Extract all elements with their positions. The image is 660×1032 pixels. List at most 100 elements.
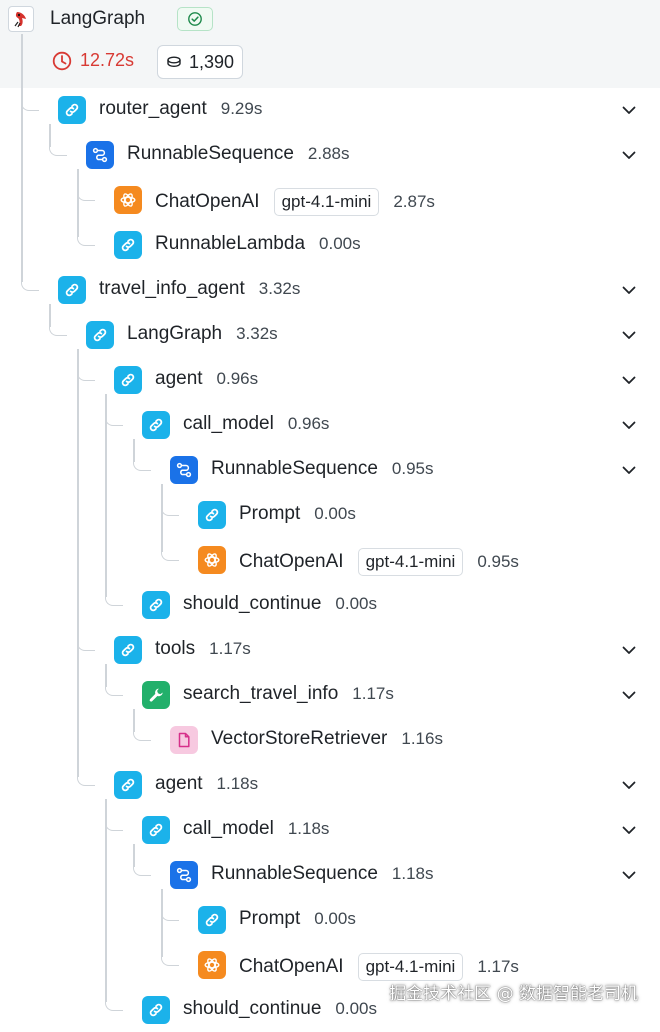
run-label: Prompt 0.00s — [239, 503, 356, 525]
link-icon — [142, 816, 170, 844]
trace-row-runnablesequence[interactable]: RunnableSequence 2.88s — [0, 132, 660, 177]
model-tag: gpt-4.1-mini — [357, 548, 464, 576]
run-label: agent 1.18s — [155, 773, 258, 795]
link-icon — [142, 591, 170, 619]
document-icon — [170, 726, 198, 754]
run-duration: 3.32s — [258, 279, 301, 298]
run-name: LangGraph — [127, 323, 223, 344]
run-name: VectorStoreRetriever — [211, 728, 388, 749]
langgraph-logo-icon[interactable] — [8, 6, 34, 32]
run-label: VectorStoreRetriever 1.16s — [211, 728, 443, 750]
check-circle-icon — [188, 12, 202, 26]
run-label: RunnableSequence 0.95s — [211, 458, 434, 480]
run-name: travel_info_agent — [99, 278, 245, 299]
run-label: LangGraph 3.32s — [127, 323, 278, 345]
openai-icon — [198, 951, 226, 979]
chevron-down-icon[interactable] — [620, 686, 638, 704]
trace-row-travel-info-agent[interactable]: travel_info_agent 3.32s — [0, 267, 660, 312]
run-duration: 1.17s — [477, 957, 519, 976]
run-duration: 1.18s — [216, 774, 259, 793]
trace-row-call-model[interactable]: call_model 0.96s — [0, 402, 660, 447]
run-label: ChatOpenAI gpt-4.1-mini 1.17s — [239, 953, 519, 981]
model-tag: gpt-4.1-mini — [357, 953, 464, 981]
run-label: RunnableSequence 2.88s — [127, 143, 350, 165]
run-name: should_continue — [183, 593, 322, 614]
chevron-down-icon[interactable] — [620, 776, 638, 794]
trace-row-runnablesequence[interactable]: RunnableSequence 1.18s — [0, 852, 660, 897]
run-name: should_continue — [183, 998, 322, 1019]
run-duration: 0.00s — [314, 909, 356, 928]
run-label: Prompt 0.00s — [239, 908, 356, 930]
link-icon — [114, 366, 142, 394]
token-count-value: 1,390 — [189, 51, 235, 72]
run-duration: 0.00s — [319, 234, 361, 253]
run-name: ChatOpenAI — [239, 551, 344, 572]
run-label: ChatOpenAI gpt-4.1-mini 2.87s — [155, 188, 435, 216]
trace-row-prompt[interactable]: Prompt 0.00s — [0, 492, 660, 537]
run-name: RunnableLambda — [155, 233, 306, 254]
trace-row-search-travel-info[interactable]: search_travel_info 1.17s — [0, 672, 660, 717]
root-run-title[interactable]: LangGraph — [50, 8, 145, 30]
trace-row-langgraph[interactable]: LangGraph 3.32s — [0, 312, 660, 357]
wrench-icon — [142, 681, 170, 709]
chevron-down-icon[interactable] — [620, 461, 638, 479]
latency-badge: 12.72s — [52, 50, 134, 71]
run-duration: 0.00s — [335, 594, 377, 613]
run-name: search_travel_info — [183, 683, 339, 704]
trace-row-should-continue[interactable]: should_continue 0.00s — [0, 582, 660, 627]
sequence-icon — [86, 141, 114, 169]
watermark: 掘金技术社区 @ 数据智能老司机 — [389, 984, 638, 1004]
trace-row-agent[interactable]: agent 1.18s — [0, 762, 660, 807]
run-label: ChatOpenAI gpt-4.1-mini 0.95s — [239, 548, 519, 576]
link-icon — [86, 321, 114, 349]
trace-row-runnablesequence[interactable]: RunnableSequence 0.95s — [0, 447, 660, 492]
chevron-down-icon[interactable] — [620, 101, 638, 119]
chevron-down-icon[interactable] — [620, 866, 638, 884]
run-name: agent — [155, 368, 203, 389]
clock-icon — [52, 51, 72, 70]
run-duration: 9.29s — [220, 99, 263, 118]
trace-tree: LangGraph 12.72s 1,390 router_agent 9.29s… — [0, 0, 660, 1024]
run-duration: 0.96s — [216, 369, 259, 388]
trace-row-chatopenai[interactable]: ChatOpenAI gpt-4.1-mini 0.95s — [0, 537, 660, 582]
run-duration: 0.95s — [391, 459, 434, 478]
trace-row-agent[interactable]: agent 0.96s — [0, 357, 660, 402]
link-icon — [142, 411, 170, 439]
run-duration: 1.18s — [287, 819, 330, 838]
trace-row-prompt[interactable]: Prompt 0.00s — [0, 897, 660, 942]
run-label: RunnableSequence 1.18s — [211, 863, 434, 885]
run-label: tools 1.17s — [155, 638, 251, 660]
latency-value: 12.72s — [80, 50, 135, 70]
token-count-badge: 1,390 — [157, 45, 244, 79]
run-label: RunnableLambda 0.00s — [155, 233, 361, 255]
chevron-down-icon[interactable] — [620, 371, 638, 389]
run-duration: 2.88s — [307, 144, 350, 163]
run-name: ChatOpenAI — [155, 191, 260, 212]
link-icon — [58, 96, 86, 124]
run-duration: 3.32s — [236, 324, 278, 343]
link-icon — [142, 996, 170, 1024]
trace-row-vectorstoreretriever[interactable]: VectorStoreRetriever 1.16s — [0, 717, 660, 762]
openai-icon — [198, 546, 226, 574]
trace-row-chatopenai[interactable]: ChatOpenAI gpt-4.1-mini 2.87s — [0, 177, 660, 222]
chevron-down-icon[interactable] — [620, 641, 638, 659]
run-duration: 1.17s — [209, 639, 251, 658]
chevron-down-icon[interactable] — [620, 281, 638, 299]
chevron-down-icon[interactable] — [620, 146, 638, 164]
run-label: should_continue 0.00s — [183, 998, 377, 1020]
run-duration: 2.87s — [393, 192, 435, 211]
run-name: RunnableSequence — [211, 863, 378, 884]
run-duration: 0.95s — [477, 552, 519, 571]
chevron-down-icon[interactable] — [620, 416, 638, 434]
trace-row-call-model[interactable]: call_model 1.18s — [0, 807, 660, 852]
coins-icon — [167, 56, 181, 68]
trace-row-tools[interactable]: tools 1.17s — [0, 627, 660, 672]
chevron-down-icon[interactable] — [620, 821, 638, 839]
run-label: agent 0.96s — [155, 368, 258, 390]
link-icon — [114, 231, 142, 259]
trace-row-router-agent[interactable]: router_agent 9.29s — [0, 87, 660, 132]
link-icon — [198, 906, 226, 934]
chevron-down-icon[interactable] — [620, 326, 638, 344]
trace-row-runnablelambda[interactable]: RunnableLambda 0.00s — [0, 222, 660, 267]
run-duration: 1.16s — [401, 729, 443, 748]
